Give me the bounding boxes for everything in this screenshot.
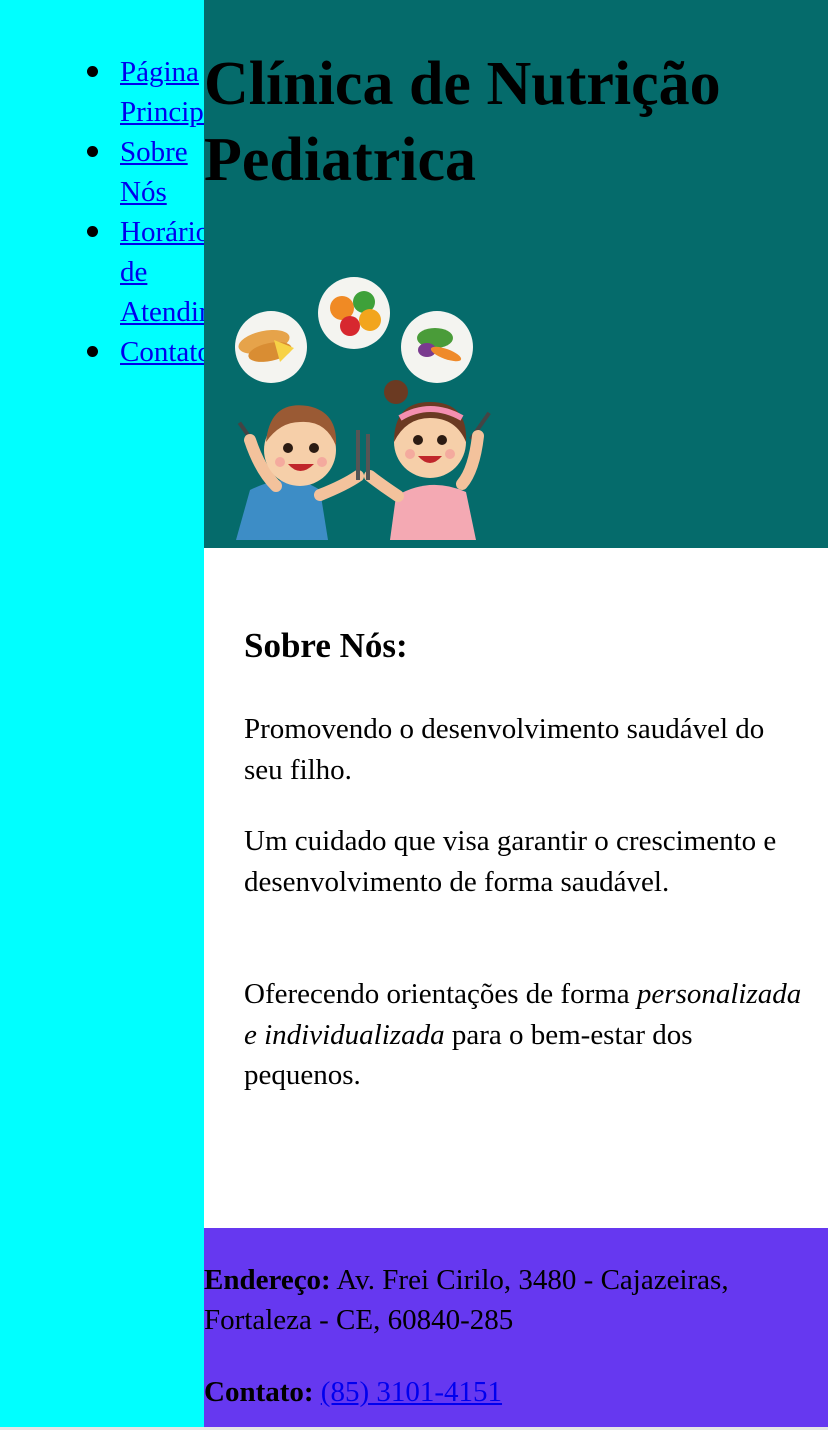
page-header: Clínica de Nutrição Pediatrica — [204, 0, 828, 548]
nav-item-contact: Contato — [87, 332, 204, 372]
nav-link-contact[interactable]: Contato — [120, 336, 204, 368]
nav-link-hours[interactable]: Horários de Atendimento — [120, 212, 204, 332]
page-footer: Endereço: Av. Frei Cirilo, 3480 - Cajaze… — [204, 1228, 828, 1427]
contact-label: Contato: — [204, 1376, 314, 1408]
address-line: Endereço: Av. Frei Cirilo, 3480 - Cajaze… — [204, 1260, 814, 1340]
about-heading: Sobre Nós: — [244, 626, 408, 665]
about-section: Sobre Nós: Promovendo o desenvolvimento … — [204, 548, 828, 1228]
nav-item-about: Sobre Nós — [87, 132, 204, 212]
address-label: Endereço: — [204, 1264, 331, 1296]
fork-icon — [366, 434, 370, 480]
nav-link-about[interactable]: Sobre Nós — [120, 132, 200, 212]
boy-character-icon — [236, 405, 364, 540]
sidebar-nav: Página Principal Sobre Nós Horários de A… — [0, 0, 204, 1427]
nav-item-hours: Horários de Atendimento — [87, 212, 204, 332]
about-paragraph-1: Promovendo o desenvolvimento saudável do… — [244, 713, 765, 786]
contact-line: Contato: (85) 3101-4151 — [204, 1372, 814, 1412]
contact-phone-link[interactable]: (85) 3101-4151 — [321, 1376, 502, 1408]
nav-item-home: Página Principal — [87, 52, 204, 132]
about-paragraph-3-start: Oferecendo orientações de forma — [244, 978, 637, 1010]
fork-icon — [356, 430, 360, 480]
about-paragraph-2: Um cuidado que visa garantir o crescimen… — [244, 825, 777, 898]
fruit-plate-icon — [318, 277, 390, 349]
girl-character-icon — [364, 380, 491, 540]
bread-plate-icon — [235, 311, 307, 383]
kids-eating-healthy-illustration — [235, 277, 491, 540]
nav-link-home[interactable]: Página Principal — [120, 52, 204, 132]
about-paragraph-3: Oferecendo orientações de forma personal… — [244, 974, 804, 1096]
page-title: Clínica de Nutrição Pediatrica — [204, 50, 721, 194]
vegetable-plate-icon — [401, 311, 473, 383]
nav-list: Página Principal Sobre Nós Horários de A… — [87, 52, 204, 372]
